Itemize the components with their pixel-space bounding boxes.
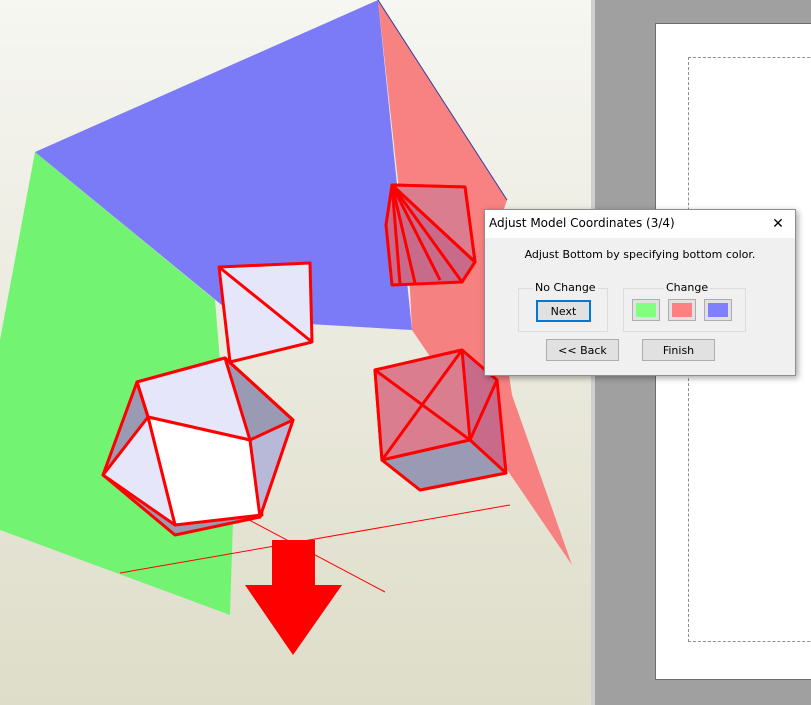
back-button[interactable]: << Back	[546, 339, 619, 361]
green-swatch	[636, 303, 656, 317]
green-color-button[interactable]	[632, 299, 660, 321]
blue-color-button[interactable]	[704, 299, 732, 321]
red-swatch	[672, 303, 692, 317]
adjust-model-coordinates-dialog: Adjust Model Coordinates (3/4) ✕ Adjust …	[484, 209, 796, 376]
close-icon[interactable]: ✕	[761, 210, 795, 238]
dialog-title: Adjust Model Coordinates (3/4)	[489, 216, 675, 230]
dialog-message: Adjust Bottom by specifying bottom color…	[524, 248, 756, 261]
finish-button[interactable]: Finish	[642, 339, 715, 361]
change-label: Change	[664, 281, 711, 294]
no-change-group: No Change Next	[518, 281, 608, 332]
change-group: Change	[623, 281, 746, 332]
cone-model	[384, 183, 477, 287]
no-change-label: No Change	[533, 281, 598, 294]
dialog-titlebar[interactable]: Adjust Model Coordinates (3/4) ✕	[485, 210, 795, 238]
next-button[interactable]: Next	[536, 300, 591, 322]
red-color-button[interactable]	[668, 299, 696, 321]
blue-swatch	[708, 303, 728, 317]
